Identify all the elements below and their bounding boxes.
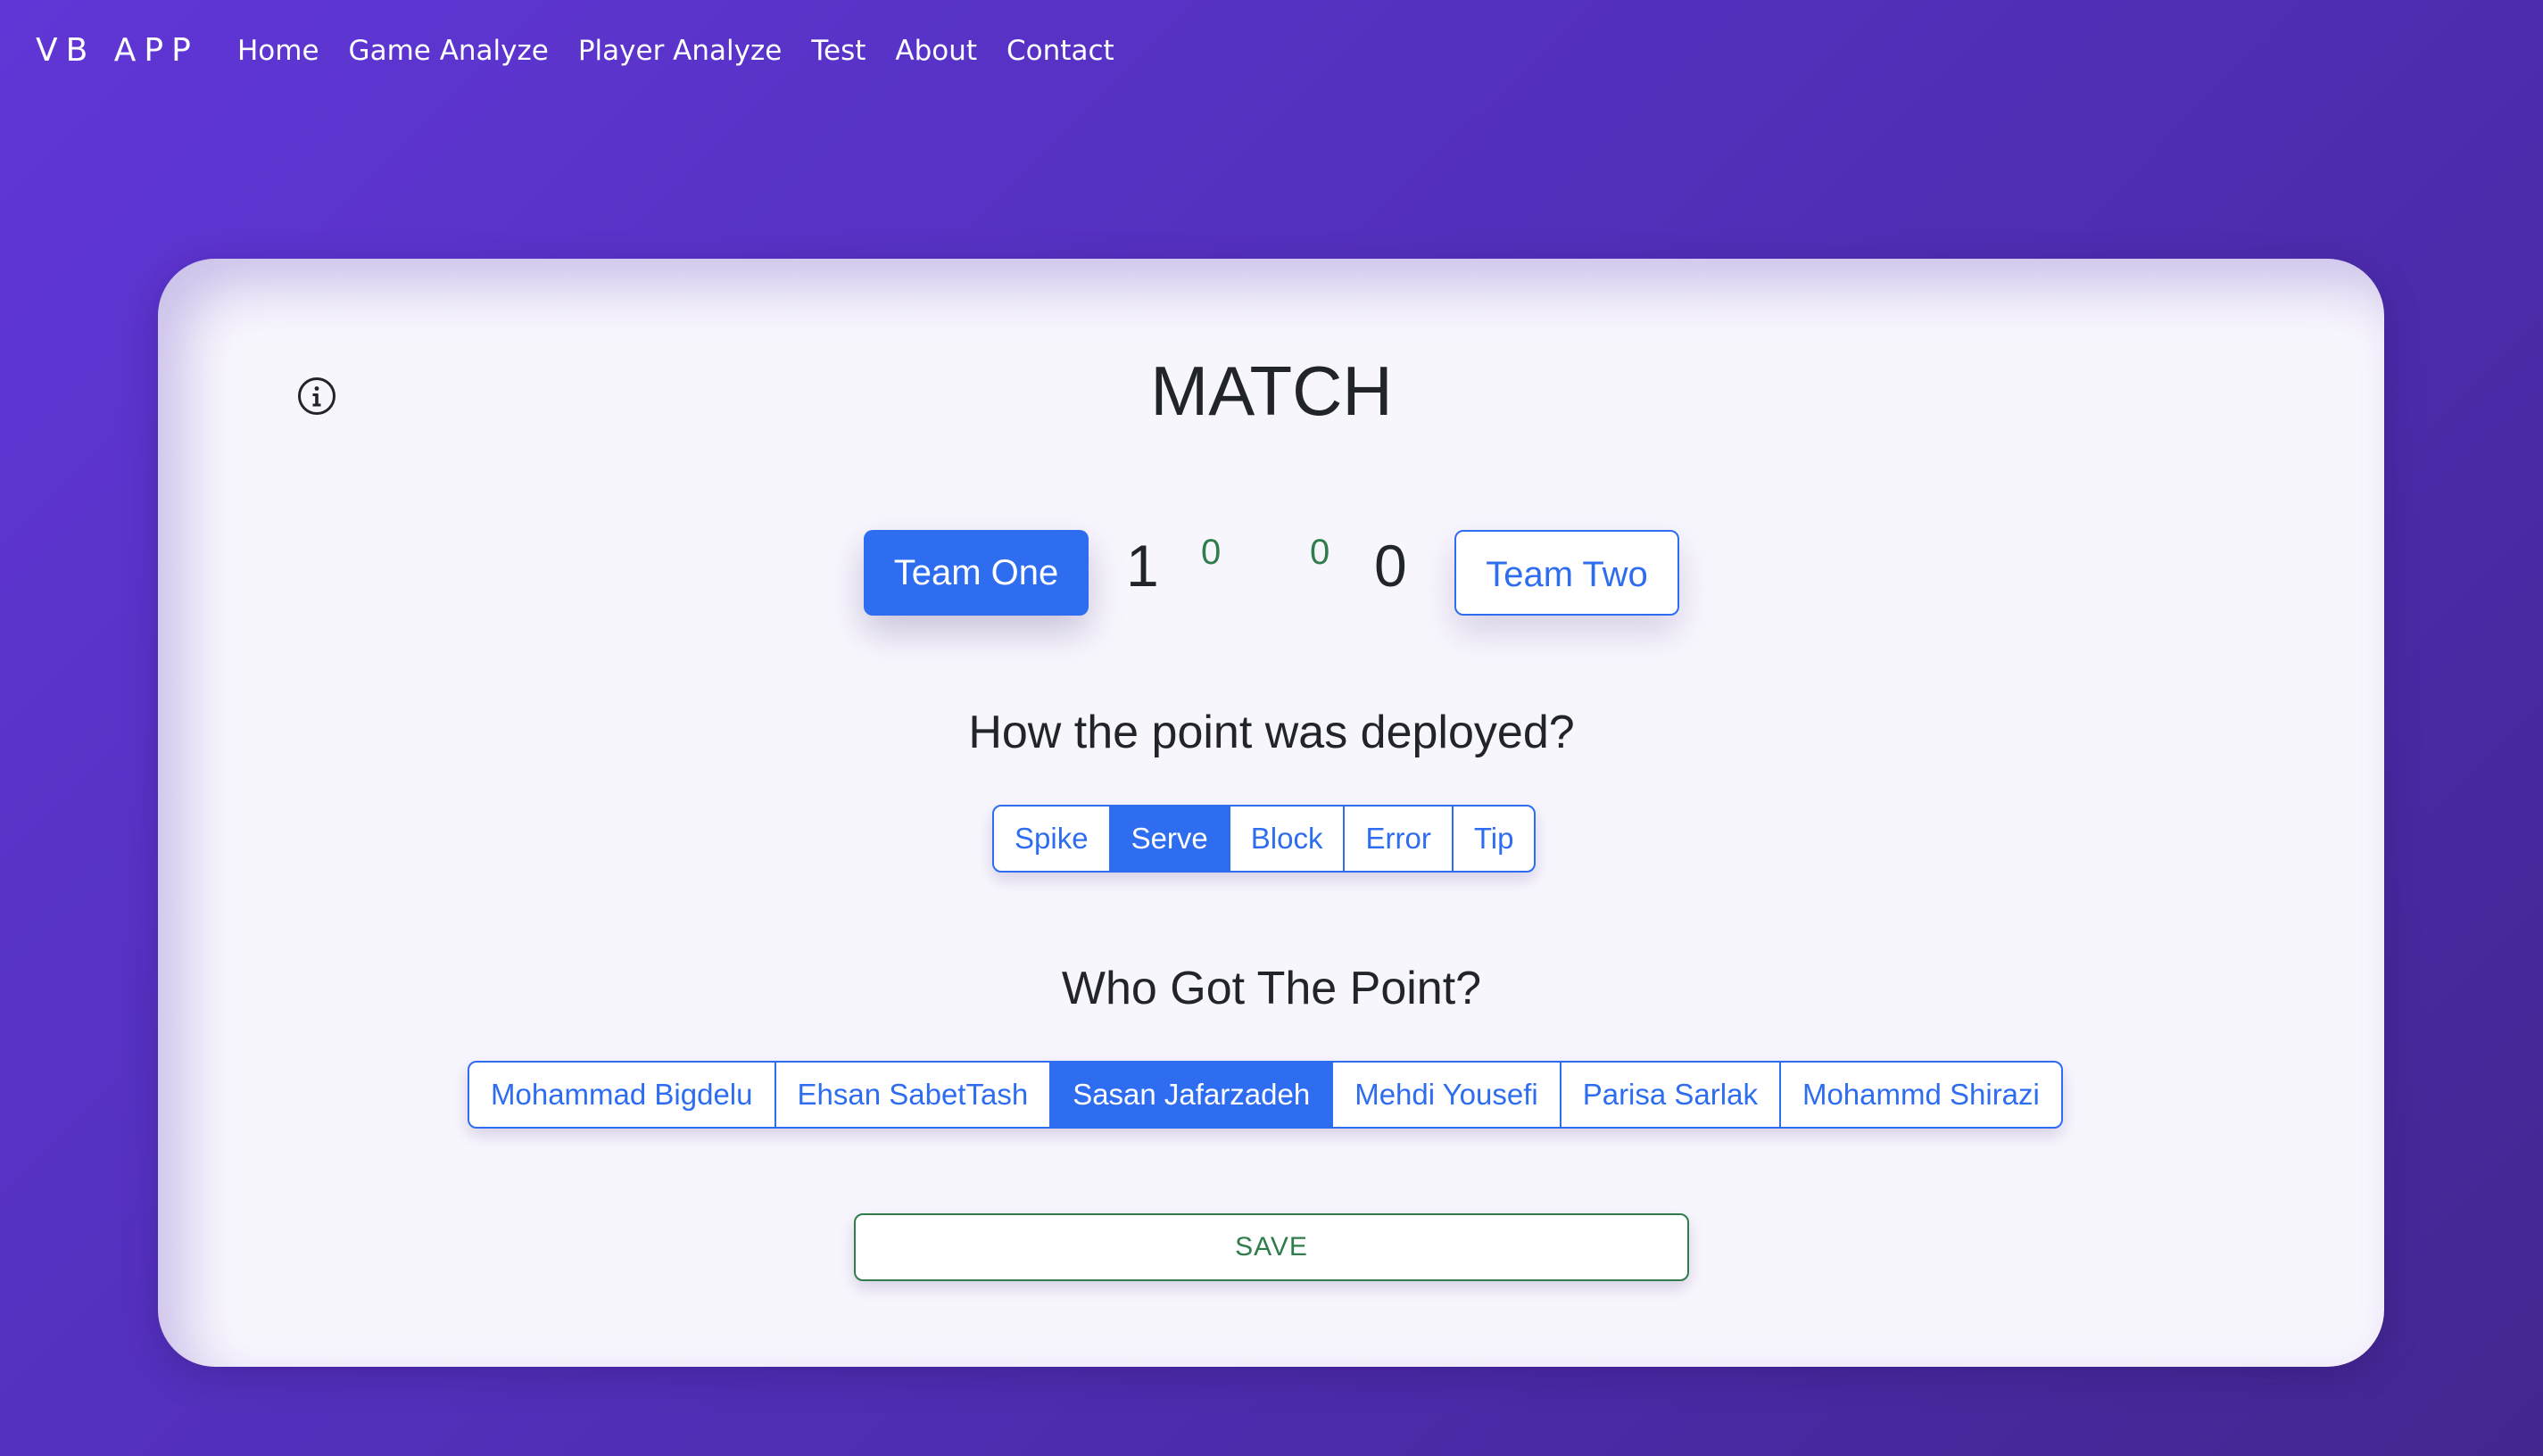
deploy-type-group: Spike Serve Block Error Tip [992, 805, 1537, 873]
deploy-option-tip[interactable]: Tip [1454, 807, 1535, 871]
deploy-option-error[interactable]: Error [1345, 807, 1454, 871]
deploy-question: How the point was deployed? [968, 707, 1575, 758]
nav-link-home[interactable]: Home [237, 30, 319, 71]
player-option-sasan-jafarzadeh[interactable]: Sasan Jafarzadeh [1051, 1063, 1334, 1127]
team-two-score: 0 [1374, 533, 1407, 599]
nav-link-about[interactable]: About [895, 30, 977, 71]
nav-link-game-analyze[interactable]: Game Analyze [349, 30, 549, 71]
player-question: Who Got The Point? [1061, 963, 1482, 1014]
deploy-option-serve[interactable]: Serve [1110, 807, 1230, 871]
player-option-ehsan-sabettash[interactable]: Ehsan SabetTash [776, 1063, 1052, 1127]
player-option-mehdi-yousefi[interactable]: Mehdi Yousefi [1333, 1063, 1561, 1127]
team-two-sets: 0 [1310, 533, 1330, 572]
brand-logo[interactable]: VB APP [36, 30, 199, 71]
nav-link-test[interactable]: Test [811, 30, 866, 71]
top-navbar: VB APP Home Game Analyze Player Analyze … [0, 0, 2543, 105]
nav-link-player-analyze[interactable]: Player Analyze [578, 30, 782, 71]
nav-links: Home Game Analyze Player Analyze Test Ab… [237, 30, 1144, 71]
player-select-group: Mohammad Bigdelu Ehsan SabetTash Sasan J… [468, 1061, 2063, 1129]
nav-link-contact[interactable]: Contact [1006, 30, 1114, 71]
player-option-parisa-sarlak[interactable]: Parisa Sarlak [1561, 1063, 1781, 1127]
player-option-mohammd-shirazi[interactable]: Mohammd Shirazi [1781, 1063, 2061, 1127]
team-two-button[interactable]: Team Two [1454, 530, 1679, 616]
info-icon[interactable] [297, 376, 336, 416]
team-one-button[interactable]: Team One [864, 530, 1089, 616]
save-button[interactable]: SAVE [854, 1213, 1689, 1281]
player-option-mohammad-bigdelu[interactable]: Mohammad Bigdelu [469, 1063, 776, 1127]
team-one-sets: 0 [1201, 533, 1222, 572]
page-title: MATCH [1150, 352, 1393, 430]
deploy-option-block[interactable]: Block [1230, 807, 1346, 871]
team-one-score: 1 [1126, 533, 1159, 599]
deploy-option-spike[interactable]: Spike [994, 807, 1111, 871]
